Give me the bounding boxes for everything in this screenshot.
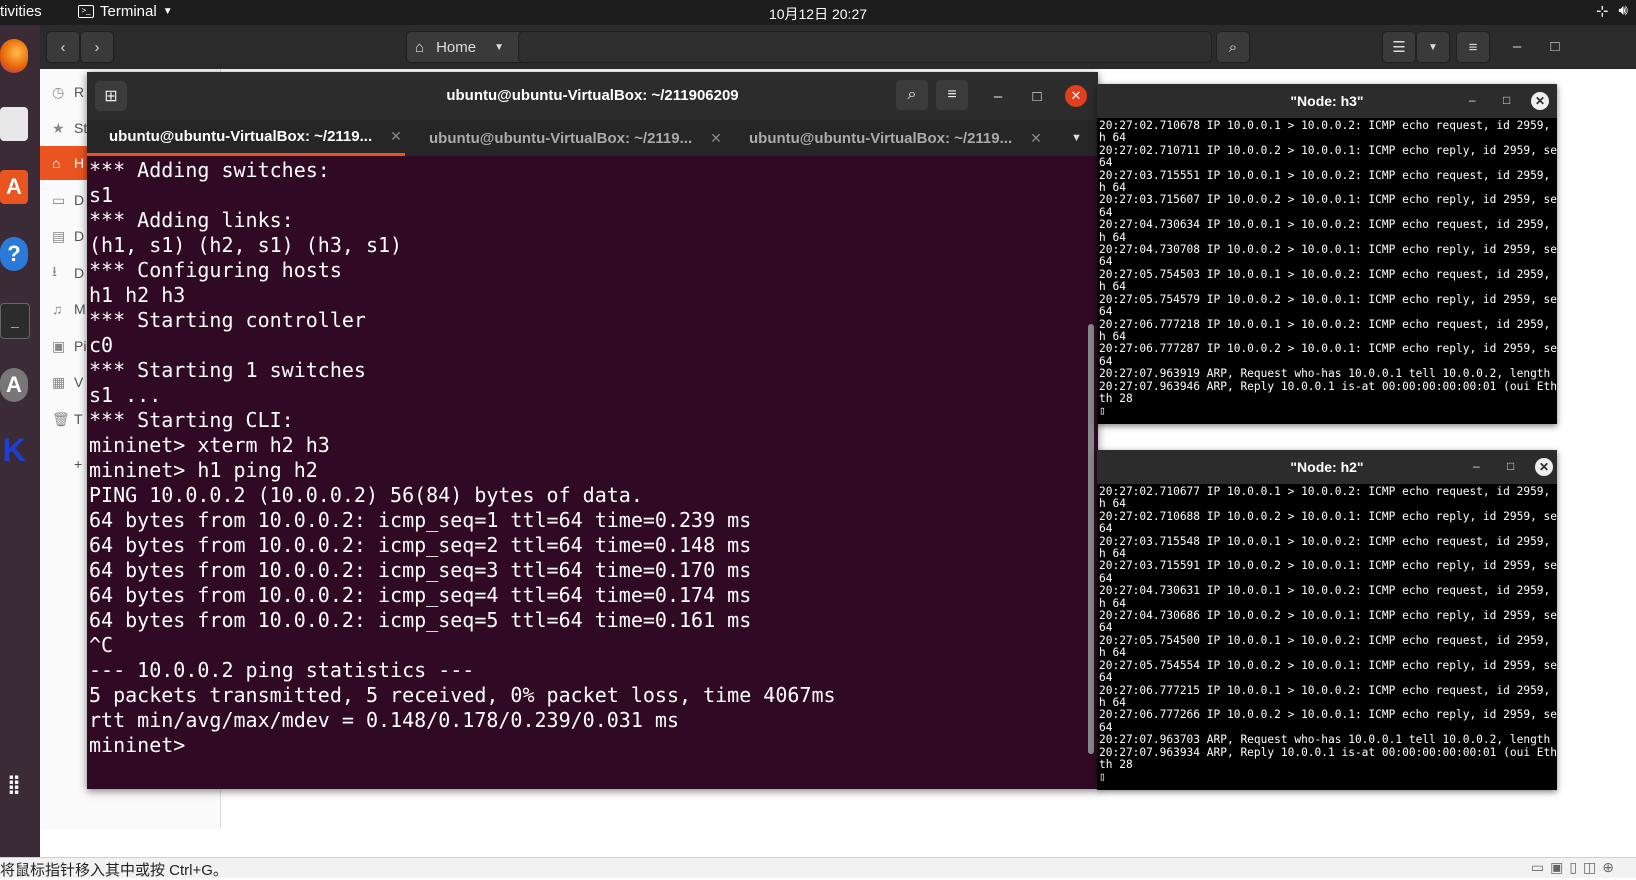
chevron-down-icon: ▼	[494, 41, 504, 53]
search-button[interactable]: ⌕	[1216, 31, 1250, 63]
terminal-text: *** Adding switches: s1 *** Adding links…	[89, 158, 836, 757]
home-icon: ⌂	[415, 38, 425, 56]
forward-button[interactable]: ›	[80, 31, 114, 63]
close-icon[interactable]: ✕	[1030, 130, 1042, 147]
show-apps-icon[interactable]: ⣿	[0, 767, 28, 801]
menu-button[interactable]: ≡	[1456, 31, 1490, 63]
tab-2[interactable]: ubuntu@ubuntu-VirtualBox: ~/2119... ✕	[429, 120, 722, 156]
desktop-icon: ▭	[52, 191, 66, 208]
video-icon: ▦	[52, 373, 66, 390]
close-button[interactable]: ✕	[1065, 85, 1087, 107]
device-icons: ▭▣▯◫⊕	[1530, 859, 1620, 875]
menu-button[interactable]: ≡	[936, 80, 968, 110]
volume-icon: 🔊︎	[1618, 2, 1628, 19]
scrollbar[interactable]	[1088, 324, 1094, 754]
close-icon[interactable]: ✕	[390, 128, 402, 145]
clock-icon: ◷	[52, 83, 65, 100]
top-bar: tivities >_ Terminal ▼ 10月12日 20:27 ⊹ 🔊︎	[0, 0, 1636, 25]
xterm-h2-window: "Node: h2" – □ ✕ 20:27:02.710677 IP 10.0…	[1097, 450, 1557, 790]
search-button[interactable]: ⌕	[896, 80, 928, 110]
firefox-icon[interactable]	[0, 39, 28, 73]
software-center-icon[interactable]: A	[0, 170, 28, 204]
xterm-h3-text: 20:27:02.710678 IP 10.0.0.1 > 10.0.0.2: …	[1099, 119, 1557, 418]
files-headerbar: ‹ › ⌂ Home ▼ ⌕ ☰ ▼ ≡ – □	[40, 25, 1636, 69]
terminal-dock-icon[interactable]: _	[0, 303, 30, 339]
location-bar[interactable]: ⌂ Home ▼	[406, 31, 526, 63]
minimize-button[interactable]: –	[1469, 93, 1476, 107]
picture-icon: ▣	[52, 337, 66, 354]
terminal-output[interactable]: *** Adding switches: s1 *** Adding links…	[87, 156, 1098, 789]
maximize-button[interactable]: □	[1503, 93, 1510, 107]
document-icon: ▤	[52, 227, 66, 244]
tab-1[interactable]: ubuntu@ubuntu-VirtualBox: ~/2119... ✕	[87, 120, 405, 156]
download-icon: ⭳	[52, 263, 57, 279]
terminal-window: ⊞ ubuntu@ubuntu-VirtualBox: ~/211906209 …	[87, 72, 1098, 789]
close-icon[interactable]: ✕	[710, 130, 722, 147]
files-icon[interactable]	[0, 107, 28, 141]
xterm-h2-title: "Node: h2"	[1290, 459, 1364, 475]
dock: A ? _ A K ⣿	[0, 25, 40, 857]
xterm-h2-text: 20:27:02.710677 IP 10.0.0.1 > 10.0.0.2: …	[1099, 485, 1557, 784]
help-icon[interactable]: ?	[0, 237, 28, 271]
network-icon: ⊹	[1595, 3, 1609, 20]
maximize-button[interactable]: □	[1540, 31, 1570, 61]
xterm-h2-titlebar: "Node: h2" – □ ✕	[1097, 450, 1557, 484]
view-list-button[interactable]: ☰	[1382, 31, 1416, 63]
terminal-titlebar: ⊞ ubuntu@ubuntu-VirtualBox: ~/211906209 …	[87, 72, 1098, 120]
view-options-button[interactable]: ▼	[1416, 31, 1450, 63]
kde-icon[interactable]: K	[0, 432, 28, 468]
xterm-h3-window: "Node: h3" – □ ✕ 20:27:02.710678 IP 10.0…	[1097, 84, 1557, 424]
tab-3[interactable]: ubuntu@ubuntu-VirtualBox: ~/2119... ✕	[749, 120, 1042, 156]
minimize-button[interactable]: –	[1502, 31, 1532, 61]
location-label: Home	[436, 38, 477, 56]
clock[interactable]: 10月12日 20:27	[0, 4, 1636, 24]
tab-list-chevron-icon[interactable]: ▼	[1071, 120, 1082, 156]
trash-icon: 🗑︎	[52, 410, 70, 427]
path-bar	[518, 31, 1212, 63]
star-icon: ★	[52, 119, 65, 136]
status-bar: 将鼠标指针移入其中或按 Ctrl+G。 ▭▣▯◫⊕	[0, 857, 1636, 879]
xterm-h2-output[interactable]: 20:27:02.710677 IP 10.0.0.1 > 10.0.0.2: …	[1097, 484, 1557, 790]
system-tray[interactable]: ⊹ 🔊︎	[1596, 2, 1628, 20]
music-icon: ♫	[52, 301, 63, 317]
close-button[interactable]: ✕	[1535, 458, 1553, 476]
xterm-h3-output[interactable]: 20:27:02.710678 IP 10.0.0.1 > 10.0.0.2: …	[1097, 118, 1557, 424]
minimize-button[interactable]: –	[1473, 459, 1480, 473]
maximize-button[interactable]: □	[1026, 85, 1048, 107]
minimize-button[interactable]: –	[987, 85, 1009, 107]
close-button[interactable]: ✕	[1531, 92, 1549, 110]
xterm-h3-title: "Node: h3"	[1290, 93, 1364, 109]
xterm-h3-titlebar: "Node: h3" – □ ✕	[1097, 84, 1557, 118]
back-button[interactable]: ‹	[46, 31, 80, 63]
updater-icon[interactable]: A	[0, 368, 28, 402]
home-icon: ⌂	[52, 155, 61, 171]
terminal-tabbar: ubuntu@ubuntu-VirtualBox: ~/2119... ✕ ubu…	[87, 120, 1098, 156]
maximize-button[interactable]: □	[1507, 459, 1514, 473]
